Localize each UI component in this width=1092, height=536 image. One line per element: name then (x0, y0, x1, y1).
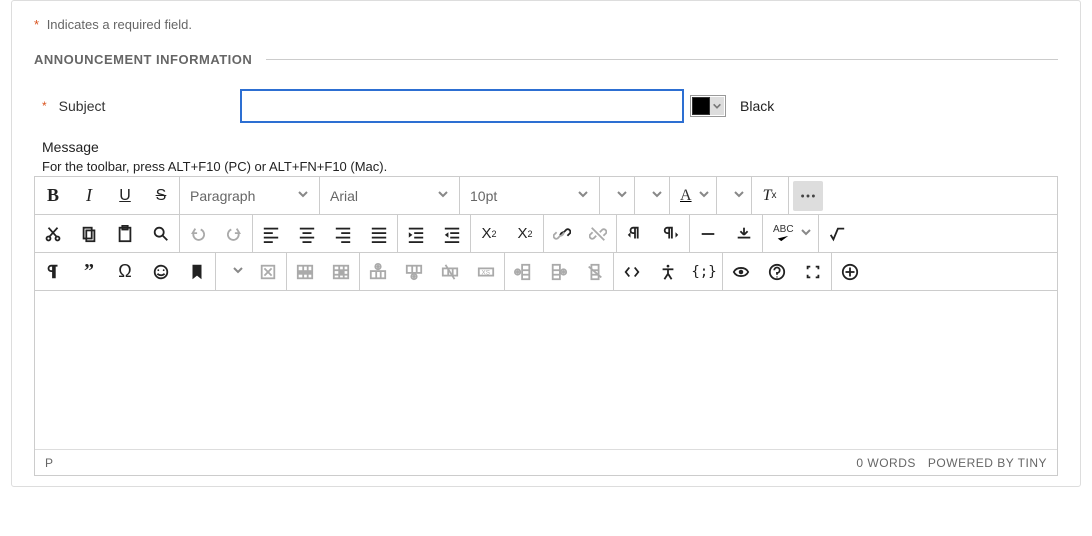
indent-button[interactable] (398, 215, 434, 252)
add-content-button[interactable] (832, 253, 868, 290)
chevron-down-icon (563, 188, 589, 203)
subject-label-group: * Subject (34, 98, 240, 114)
color-swatch (692, 97, 710, 115)
numbered-list-button[interactable]: 123 (635, 177, 669, 214)
section-header: ANNOUNCEMENT INFORMATION (34, 52, 1058, 67)
insert-table-button[interactable] (216, 253, 250, 290)
table-cell-props-button[interactable] (323, 253, 359, 290)
delete-row-button[interactable] (432, 253, 468, 290)
rtl-button[interactable] (653, 215, 689, 252)
underline-button[interactable]: U (107, 177, 143, 214)
insert-line-button[interactable] (726, 215, 762, 252)
cut-button[interactable] (35, 215, 71, 252)
paragraph-button[interactable] (35, 253, 71, 290)
toolbar-row-1: B I U S Paragraph Arial 10pt (35, 177, 1057, 215)
block-format-select[interactable]: Paragraph (180, 177, 320, 214)
form-panel: * Indicates a required field. ANNOUNCEME… (11, 0, 1081, 487)
align-left-button[interactable] (253, 215, 289, 252)
word-count[interactable]: 0 WORDS (856, 456, 916, 470)
source-code-button[interactable] (614, 253, 650, 290)
fullscreen-button[interactable] (795, 253, 831, 290)
toolbar-hint: For the toolbar, press ALT+F10 (PC) or A… (34, 159, 1058, 174)
outdent-button[interactable] (434, 215, 470, 252)
chevron-down-icon (710, 97, 724, 115)
chevron-down-icon (283, 188, 309, 203)
chevron-down-icon (698, 188, 710, 203)
powered-by[interactable]: POWERED BY TINY (928, 456, 1047, 470)
equation-editor-button[interactable] (819, 215, 855, 252)
required-asterisk: * (34, 17, 39, 32)
subject-input[interactable] (240, 89, 684, 123)
rich-text-editor: B I U S Paragraph Arial 10pt (34, 176, 1058, 476)
required-asterisk: * (42, 99, 47, 113)
color-name-label: Black (740, 98, 774, 114)
subject-field-row: * Subject Black (34, 89, 1058, 123)
font-size-value: 10pt (470, 188, 497, 204)
spellcheck-button[interactable]: ABC (763, 215, 818, 252)
font-family-select[interactable]: Arial (320, 177, 460, 214)
section-divider (266, 59, 1058, 60)
insert-col-before-button[interactable] (505, 253, 541, 290)
table-row-props-button[interactable] (287, 253, 323, 290)
redo-button[interactable] (216, 215, 252, 252)
insert-row-before-button[interactable] (360, 253, 396, 290)
align-center-button[interactable] (289, 215, 325, 252)
blockquote-button[interactable]: ” (71, 253, 107, 290)
subscript-button[interactable]: X2 (507, 215, 543, 252)
chevron-down-icon (651, 188, 663, 203)
accessibility-button[interactable] (650, 253, 686, 290)
font-size-select[interactable]: 10pt (460, 177, 600, 214)
message-label: Message (34, 139, 1058, 155)
toolbar-row-3: ” Ω XS (35, 253, 1057, 291)
row-properties-button[interactable]: XS (468, 253, 504, 290)
more-options-button[interactable] (793, 181, 823, 211)
required-note-text: Indicates a required field. (47, 17, 192, 32)
chevron-down-icon (733, 188, 745, 203)
remove-link-button[interactable] (580, 215, 616, 252)
insert-col-after-button[interactable] (541, 253, 577, 290)
chevron-down-icon (800, 226, 812, 241)
align-right-button[interactable] (325, 215, 361, 252)
element-path[interactable]: P (45, 456, 53, 470)
italic-button[interactable]: I (71, 177, 107, 214)
chevron-down-icon (616, 188, 628, 203)
ltr-button[interactable] (617, 215, 653, 252)
spellcheck-label: ABC (773, 225, 794, 235)
code-sample-button[interactable]: {;} (686, 253, 722, 290)
subject-color-picker[interactable] (690, 95, 726, 117)
emoji-button[interactable] (143, 253, 179, 290)
toolbar-row-2: X2 X2 ABC (35, 215, 1057, 253)
clear-formatting-button[interactable]: Tx (752, 177, 788, 214)
section-title: ANNOUNCEMENT INFORMATION (34, 52, 252, 67)
required-note: * Indicates a required field. (34, 17, 1058, 32)
preview-button[interactable] (723, 253, 759, 290)
delete-col-button[interactable] (577, 253, 613, 290)
font-family-value: Arial (330, 188, 358, 204)
editor-content-area[interactable] (35, 291, 1057, 449)
undo-button[interactable] (180, 215, 216, 252)
chevron-down-icon (423, 188, 449, 203)
chevron-down-icon (232, 264, 244, 279)
special-char-button[interactable]: Ω (107, 253, 143, 290)
bullet-list-button[interactable] (600, 177, 634, 214)
editor-statusbar: P 0 WORDS POWERED BY TINY (35, 449, 1057, 475)
help-button[interactable] (759, 253, 795, 290)
insert-link-button[interactable] (544, 215, 580, 252)
copy-button[interactable] (71, 215, 107, 252)
delete-table-button[interactable] (250, 253, 286, 290)
horizontal-rule-button[interactable] (690, 215, 726, 252)
paste-button[interactable] (107, 215, 143, 252)
highlight-color-button[interactable] (717, 177, 751, 214)
align-justify-button[interactable] (361, 215, 397, 252)
text-color-button[interactable]: A (670, 177, 716, 214)
anchor-button[interactable] (179, 253, 215, 290)
svg-text:XS: XS (482, 269, 490, 276)
insert-row-after-button[interactable] (396, 253, 432, 290)
find-replace-button[interactable] (143, 215, 179, 252)
superscript-button[interactable]: X2 (471, 215, 507, 252)
block-format-value: Paragraph (190, 188, 255, 204)
strikethrough-button[interactable]: S (143, 177, 179, 214)
bold-button[interactable]: B (35, 177, 71, 214)
subject-label: Subject (59, 98, 106, 114)
